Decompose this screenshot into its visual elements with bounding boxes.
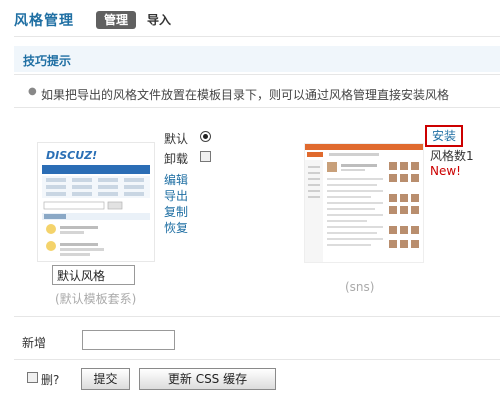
sns-preview-image <box>305 144 423 262</box>
default-label: 默认 <box>164 132 189 146</box>
add-label: 新增 <box>22 336 47 350</box>
delete-checkbox[interactable] <box>27 372 38 383</box>
install-button[interactable]: 安装 <box>425 125 463 147</box>
tips-divider <box>14 74 500 75</box>
page-title: 风格管理 <box>14 13 74 29</box>
default-radio[interactable] <box>200 131 211 142</box>
copy-link[interactable]: 复制 <box>164 203 188 220</box>
discuz-logo-text: DISCUZ! <box>46 149 97 162</box>
restore-link[interactable]: 恢复 <box>164 219 188 236</box>
uninstall-label: 卸载 <box>164 152 189 166</box>
tips-title: 技巧提示 <box>23 54 72 68</box>
bottom-divider <box>14 359 500 360</box>
template-set-label: (默认模板套系) <box>55 292 137 306</box>
submit-button[interactable]: 提交 <box>81 368 130 390</box>
tab-manage[interactable]: 管理 <box>96 11 136 29</box>
edit-link[interactable]: 编辑 <box>164 171 188 188</box>
radio-dot-icon <box>203 134 208 139</box>
tips-bottom-divider <box>14 107 500 108</box>
delete-label: 删? <box>41 373 60 387</box>
discuz-preview-image: DISCUZ! <box>38 143 154 261</box>
add-style-input[interactable] <box>82 330 175 350</box>
form-divider <box>14 316 500 317</box>
new-badge: New! <box>430 164 461 178</box>
tips-item: 如果把导出的风格文件放置在模板目录下，则可以通过风格管理直接安装风格 <box>41 88 450 102</box>
header-divider <box>14 36 500 37</box>
bullet-icon: ● <box>28 86 37 97</box>
update-css-cache-button[interactable]: 更新 CSS 缓存 <box>139 368 276 390</box>
uninstall-checkbox[interactable] <box>200 151 211 162</box>
tips-bar <box>14 46 500 72</box>
tab-import[interactable]: 导入 <box>147 11 171 29</box>
sns-template-set-label: (sns) <box>345 280 375 294</box>
default-style-thumbnail: DISCUZ! <box>37 142 155 262</box>
style-name-input[interactable]: 默认风格 <box>52 265 135 285</box>
style-count: 风格数1 <box>430 149 474 163</box>
export-link[interactable]: 导出 <box>164 187 188 204</box>
sns-style-thumbnail <box>304 143 424 263</box>
